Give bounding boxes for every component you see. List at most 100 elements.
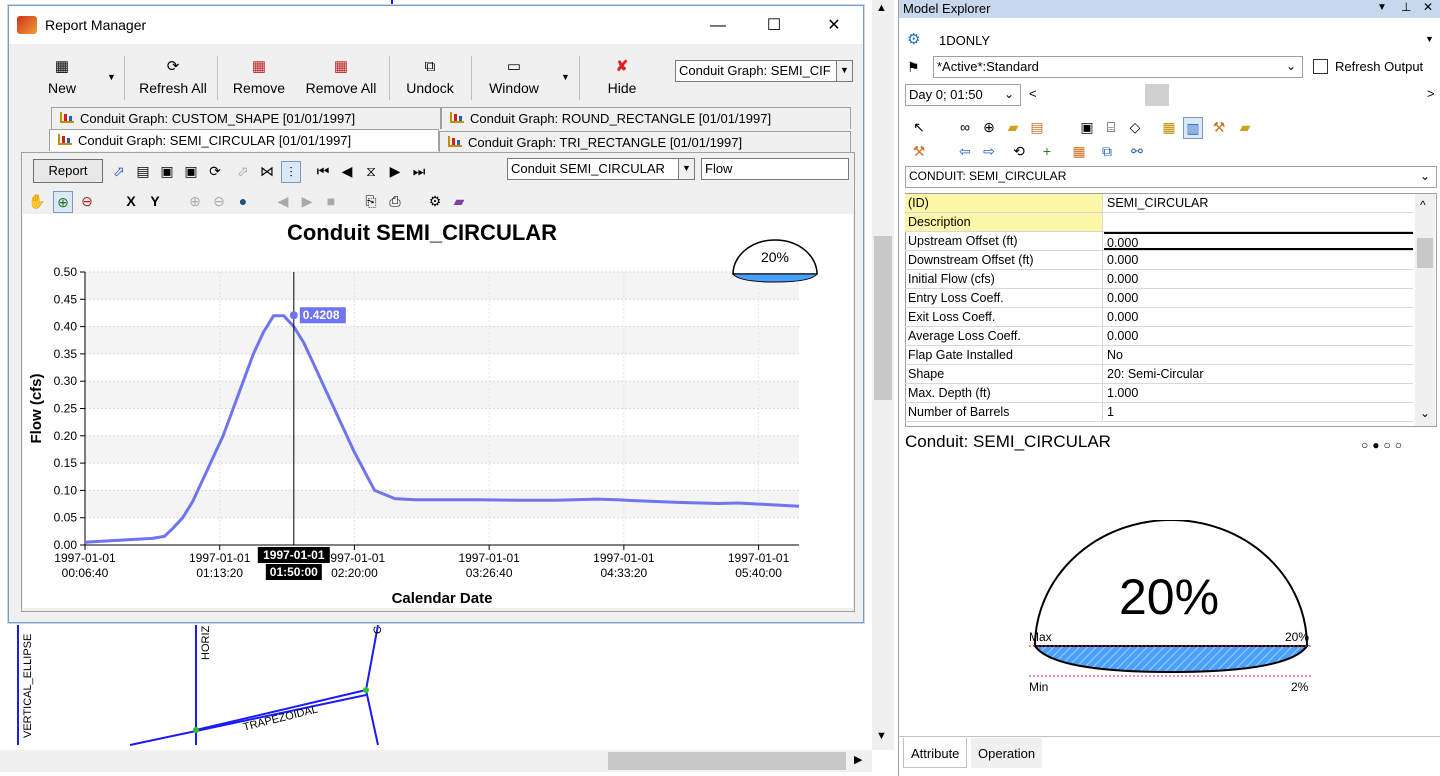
tab-round-rectangle[interactable]: Conduit Graph: ROUND_RECTANGLE [01/01/19… xyxy=(441,107,851,129)
property-row[interactable]: (ID) SEMI_CIRCULAR xyxy=(905,194,1413,213)
close-icon[interactable]: ✕ xyxy=(1423,0,1433,14)
property-row[interactable]: Downstream Offset (ft) 0.000 xyxy=(905,251,1413,270)
hourglass-icon[interactable]: ⧖ xyxy=(361,161,381,181)
remove-all-button[interactable]: ▦ Remove All xyxy=(299,54,383,104)
cylinder-icon[interactable]: ⌸ xyxy=(1101,117,1121,137)
tools-icon[interactable]: ⚒ xyxy=(1209,117,1229,137)
model-row[interactable]: ⚙ 1DONLY ▼ xyxy=(899,28,1439,52)
property-value[interactable]: 20: Semi-Circular xyxy=(1104,365,1413,383)
refresh-all-button[interactable]: ⟳ Refresh All xyxy=(133,54,213,104)
scroll-thumb[interactable] xyxy=(608,752,846,770)
property-value[interactable]: 0.000 xyxy=(1104,251,1413,269)
window-button[interactable]: ▭ Window xyxy=(479,54,549,104)
time-select[interactable]: Day 0; 01:50 ⌄ xyxy=(905,84,1021,106)
network-icon[interactable]: ⧉ xyxy=(1097,141,1117,161)
step-back-icon[interactable]: ◀ xyxy=(273,191,293,211)
zoom-icon[interactable]: ⊕ xyxy=(979,117,999,137)
open-folder-icon[interactable]: ▰ xyxy=(1003,117,1023,137)
add-id-icon[interactable]: + xyxy=(1037,141,1057,161)
tab-custom-shape[interactable]: Conduit Graph: CUSTOM_SHAPE [01/01/1997] xyxy=(51,107,441,129)
model-explorer-titlebar[interactable]: Model Explorer ▼ ⊥ ✕ xyxy=(899,0,1440,18)
zoom-next-icon[interactable]: ⊖ xyxy=(209,191,229,211)
scroll-up-icon[interactable]: ▲ xyxy=(876,2,887,14)
play-icon[interactable]: ▶ xyxy=(297,191,317,211)
scroll-thumb[interactable] xyxy=(1417,238,1433,268)
link-icon[interactable]: ∞ xyxy=(955,117,975,137)
chevron-down-icon[interactable]: ▼ xyxy=(1425,34,1434,44)
chevron-down-icon[interactable]: ⌄ xyxy=(1420,169,1430,183)
parameter-field[interactable]: Flow xyxy=(701,158,849,180)
y-axis-icon[interactable]: Y xyxy=(145,191,165,211)
first-icon[interactable]: ⏮ xyxy=(313,161,333,181)
save-as-icon[interactable]: ▣ xyxy=(181,161,201,181)
history-icon[interactable]: ⟲ xyxy=(1009,141,1029,161)
property-row[interactable]: Initial Flow (cfs) 0.000 xyxy=(905,270,1413,289)
scroll-right-icon[interactable]: ▶ xyxy=(854,753,862,766)
properties-icon[interactable]: ⚙ xyxy=(425,191,445,211)
flow-chart[interactable]: 0.00 0.05 0.10 0.15 0.20 0.25 0.30 0.35 0.40 0.45… xyxy=(23,214,853,608)
previous-icon[interactable]: ◀ xyxy=(337,161,357,181)
property-row[interactable]: Max. Depth (ft) 1.000 xyxy=(905,384,1413,403)
copy-icon[interactable]: ▤ xyxy=(133,161,153,181)
print-icon[interactable]: ⎙ xyxy=(385,191,405,211)
pan-hand-icon[interactable]: ✋ xyxy=(27,191,47,211)
zoom-out-icon[interactable]: ⊖ xyxy=(77,191,97,211)
scroll-thumb[interactable] xyxy=(874,236,892,400)
refresh-output-checkbox[interactable] xyxy=(1313,59,1328,74)
save-model-icon[interactable]: ▣ xyxy=(1077,117,1097,137)
map-vertical-scrollbar[interactable]: ▲ ▼ xyxy=(872,0,894,750)
property-value[interactable]: 0.000 xyxy=(1104,308,1413,326)
wrench-icon[interactable]: ⚒ xyxy=(909,141,929,161)
arrow-right-icon[interactable]: ⇨ xyxy=(979,141,999,161)
zoom-prev-icon[interactable]: ⊕ xyxy=(185,191,205,211)
tab-operation[interactable]: Operation xyxy=(971,738,1043,768)
tab-semi-circular[interactable]: Conduit Graph: SEMI_CIRCULAR [01/01/1997… xyxy=(49,129,439,151)
layers-icon[interactable]: ▰ xyxy=(1235,117,1255,137)
tab-tri-rectangle[interactable]: Conduit Graph: TRI_RECTANGLE [01/01/1997… xyxy=(439,131,851,153)
element-select[interactable]: CONDUIT: SEMI_CIRCULAR ⌄ xyxy=(905,166,1437,188)
property-value[interactable]: 0.000 xyxy=(1104,327,1413,345)
time-back-icon[interactable]: < xyxy=(1029,86,1037,101)
chevron-down-icon[interactable]: ⌄ xyxy=(1286,59,1296,73)
next-icon[interactable]: ▶ xyxy=(385,161,405,181)
property-scrollbar[interactable]: ^ ⌄ xyxy=(1415,194,1435,426)
refresh-graph-icon[interactable]: ⟳ xyxy=(205,161,225,181)
remove-button[interactable]: ▦ Remove xyxy=(223,54,295,104)
multi-chart-icon[interactable]: ⋈ xyxy=(257,161,277,181)
globe-icon[interactable]: ● xyxy=(233,191,253,211)
property-value[interactable]: 1 xyxy=(1104,403,1413,421)
new-model-icon[interactable]: ▤ xyxy=(1027,117,1047,137)
stats-icon[interactable]: ⬀ xyxy=(233,161,253,181)
conduit-select[interactable]: Conduit SEMI_CIRCULAR ▼ xyxy=(507,158,695,180)
pin-icon[interactable]: ⊥ xyxy=(1401,0,1411,14)
x-axis-icon[interactable]: X xyxy=(121,191,141,211)
chevron-down-icon[interactable]: ▼ xyxy=(678,159,694,179)
chart-svg[interactable]: 0.00 0.05 0.10 0.15 0.20 0.25 0.30 0.35 0.40 0.45… xyxy=(23,214,853,608)
stop-icon[interactable]: ■ xyxy=(321,191,341,211)
property-row[interactable]: Shape 20: Semi-Circular xyxy=(905,365,1413,384)
property-row[interactable]: Number of Barrels 1 xyxy=(905,403,1413,422)
chart-options-icon[interactable]: ⬀ xyxy=(109,161,129,181)
property-value[interactable]: 1.000 xyxy=(1104,384,1413,402)
close-button[interactable]: ✕ xyxy=(811,12,857,40)
new-dropdown-icon[interactable]: ▼ xyxy=(107,72,116,82)
maximize-button[interactable]: ☐ xyxy=(751,12,797,40)
property-row[interactable]: Average Loss Coeff. 0.000 xyxy=(905,327,1413,346)
property-value[interactable]: 0.000 xyxy=(1104,270,1413,288)
title-bar[interactable]: Report Manager — ☐ ✕ xyxy=(9,6,863,44)
report-button[interactable]: Report xyxy=(33,159,103,183)
chevron-down-icon[interactable]: ⌄ xyxy=(1004,87,1014,101)
window-dropdown-icon[interactable]: ▼ xyxy=(561,72,570,82)
map-horizontal-scrollbar[interactable]: ▶ xyxy=(0,750,872,772)
property-row[interactable]: Description xyxy=(905,213,1413,232)
eraser-icon[interactable]: ◇ xyxy=(1125,117,1145,137)
report-icon[interactable]: ▦ xyxy=(1159,117,1179,137)
save-icon[interactable]: ▣ xyxy=(157,161,177,181)
last-icon[interactable]: ⏭ xyxy=(409,161,429,181)
scenario-select[interactable]: *Active*:Standard ⌄ xyxy=(933,56,1303,78)
time-forward-icon[interactable]: > xyxy=(1427,86,1435,101)
hide-button[interactable]: ✘ Hide xyxy=(599,54,645,104)
tracker-icon[interactable]: ⫶ xyxy=(281,161,301,183)
property-value[interactable]: 0.000 xyxy=(1104,232,1413,250)
dropdown-icon[interactable]: ▼ xyxy=(1377,2,1387,13)
